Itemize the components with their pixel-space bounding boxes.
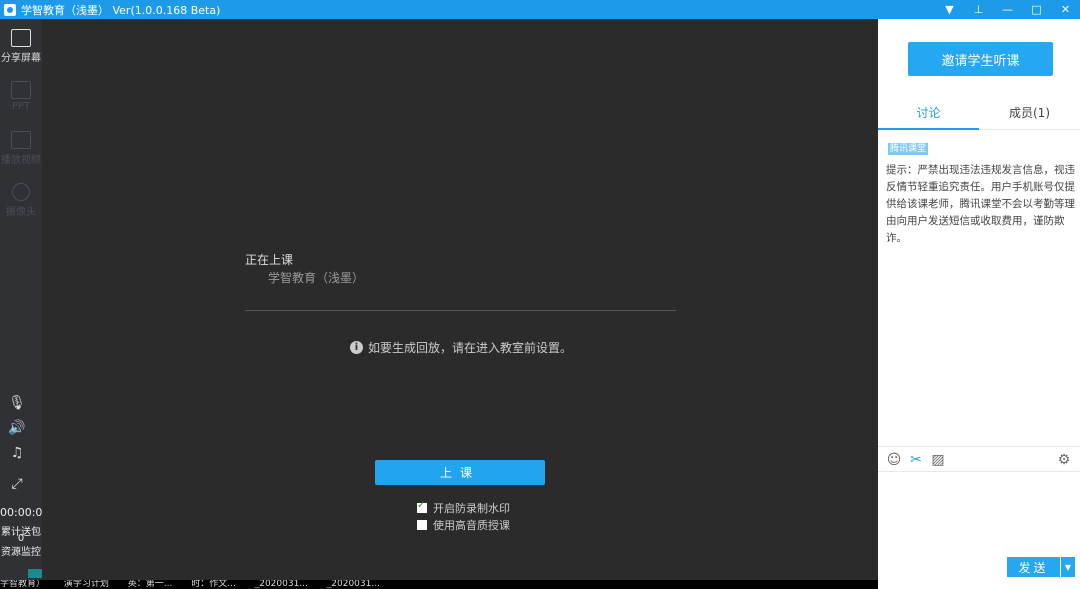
stage-divider <box>245 310 676 311</box>
watermark-checkbox[interactable] <box>417 500 427 513</box>
window-controls: ▼ ⊥ — □ ✕ <box>935 0 1080 19</box>
start-class-button[interactable]: 上课 <box>375 460 545 485</box>
taskbar: 学智教育） 演学习计划 英：第一... 时：作文... _2020031... … <box>0 580 878 589</box>
share-screen-icon <box>11 29 31 47</box>
speaker-icon[interactable]: 🔊 <box>0 420 34 436</box>
send-button[interactable]: 发送 <box>1007 557 1060 577</box>
resource-monitor-graph <box>28 556 42 578</box>
send-controls: 发送 ▼ <box>1007 557 1075 577</box>
music-icon[interactable]: ♫ <box>0 445 34 461</box>
taskbar-item[interactable]: 学智教育） <box>0 580 45 589</box>
replay-hint-text: 如要生成回放，请在进入教室前设置。 <box>368 341 573 355</box>
scissors-icon[interactable]: ✂ <box>908 452 924 468</box>
panel-tabs: 讨论 成员(1) <box>878 102 1080 130</box>
minimize-icon[interactable]: — <box>993 0 1022 19</box>
ppt-icon <box>11 81 31 99</box>
title-bar: 学智教育（浅墨） Ver(1.0.0.168 Beta) ▼ ⊥ — □ ✕ <box>0 0 1080 19</box>
ppt-button[interactable]: PPT <box>0 81 42 112</box>
invite-students-button[interactable]: 邀请学生听课 <box>908 42 1053 76</box>
taskbar-item[interactable]: 时：作文... <box>191 580 236 589</box>
image-icon[interactable]: ▨ <box>930 452 946 468</box>
taskbar-item[interactable]: _2020031... <box>255 580 308 589</box>
tab-members[interactable]: 成员(1) <box>979 102 1080 130</box>
maximize-icon[interactable]: □ <box>1022 0 1051 19</box>
side-panel: 邀请学生听课 讨论 成员(1) 腾讯课堂 提示：严禁出现违法违规发言信息，视违反… <box>878 19 1080 589</box>
camera-icon <box>12 183 30 201</box>
window-title: 学智教育（浅墨） Ver(1.0.0.168 Beta) <box>21 3 221 17</box>
camera-button[interactable]: 摄像头 <box>0 183 42 218</box>
watermark-option-label: 开启防录制水印 <box>433 502 510 515</box>
hq-audio-checkbox[interactable] <box>417 520 427 530</box>
play-video-button[interactable]: 播放视频 <box>0 131 42 166</box>
tab-discussion[interactable]: 讨论 <box>878 102 979 130</box>
taskbar-item[interactable]: 英：第一... <box>128 580 173 589</box>
left-toolbar: 分享屏幕 PPT 播放视频 摄像头 🎙 🔊 ♫ ⤢ 00:00:00 累计送包 … <box>0 19 50 580</box>
taskbar-item[interactable]: 演学习计划 <box>64 580 109 589</box>
compose-toolbar: ☺ ✂ ▨ ⚙ <box>878 446 1080 472</box>
replay-hint: i 如要生成回放，请在进入教室前设置。 <box>350 339 572 356</box>
system-badge: 腾讯课堂 <box>888 143 929 155</box>
emoji-icon[interactable]: ☺ <box>886 452 902 468</box>
class-status-label: 正在上课 <box>245 253 294 267</box>
play-video-icon <box>11 131 31 149</box>
taskbar-item[interactable]: _2020031... <box>327 580 380 589</box>
class-name: 学智教育（浅墨） <box>268 271 365 285</box>
system-notice: 提示：严禁出现违法违规发言信息，视违反情节轻重追究责任。用户手机账号仅提供给该课… <box>886 164 1075 244</box>
fullscreen-icon[interactable]: ⤢ <box>0 476 34 492</box>
triangle-down-icon[interactable]: ▼ <box>935 0 964 19</box>
share-screen-button[interactable]: 分享屏幕 <box>0 29 42 64</box>
app-logo-icon <box>4 3 16 16</box>
class-timer: 00:00:00 <box>0 506 50 519</box>
pin-icon[interactable]: ⊥ <box>964 0 993 19</box>
hq-audio-option-label: 使用高音质授课 <box>433 519 510 532</box>
mic-muted-icon[interactable]: 🎙 <box>0 395 34 411</box>
hq-audio-option[interactable]: 使用高音质授课 <box>417 517 510 533</box>
gear-icon[interactable]: ⚙ <box>1056 452 1072 468</box>
info-icon: i <box>350 341 363 354</box>
close-icon[interactable]: ✕ <box>1051 0 1080 19</box>
chevron-down-icon[interactable]: ▼ <box>1060 557 1075 577</box>
main-stage <box>42 19 878 580</box>
watermark-option[interactable]: 开启防录制水印 <box>417 500 510 516</box>
